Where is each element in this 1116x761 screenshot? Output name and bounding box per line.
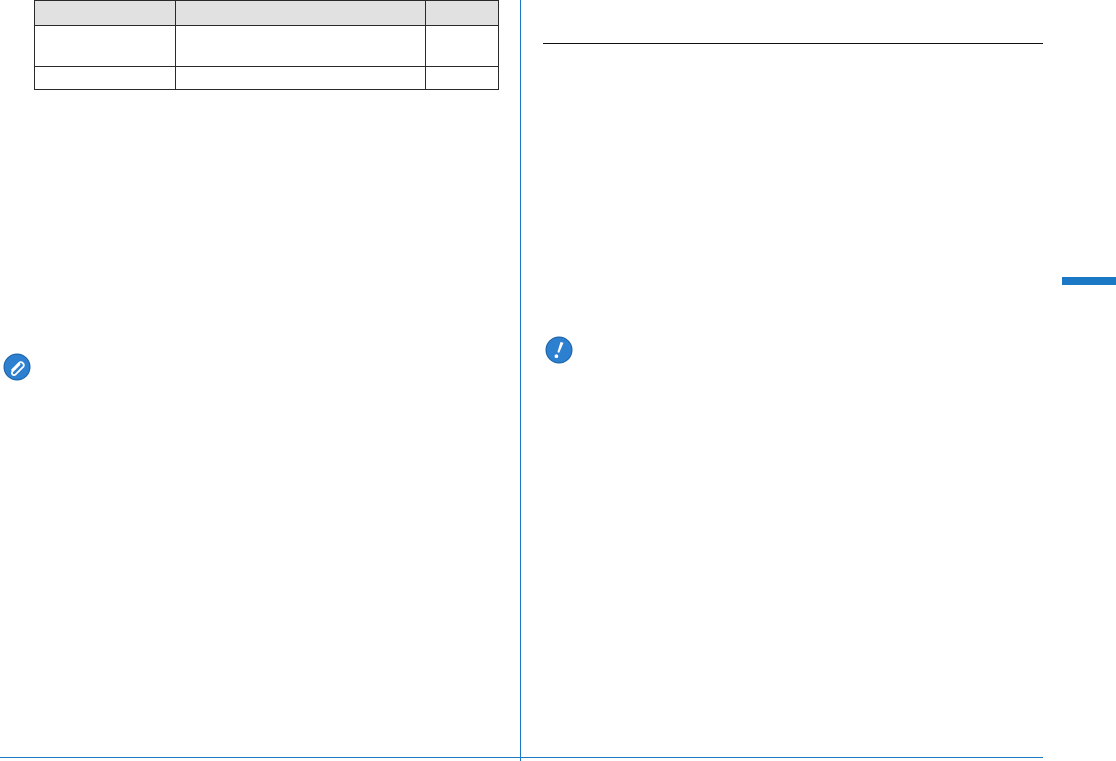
- table-cell: [424, 66, 500, 90]
- table-header-cell: [33, 0, 177, 26]
- table-header-cell: [175, 0, 426, 26]
- table-header-row: [33, 0, 500, 26]
- paperclip-memo-icon: [3, 353, 31, 381]
- table-cell: [424, 25, 500, 67]
- spec-table: [33, 0, 500, 90]
- page-bottom-rule: [0, 757, 1043, 758]
- table-cell: [33, 25, 177, 67]
- section-heading-rule: [543, 43, 1043, 44]
- chapter-index-tab: [1062, 277, 1116, 285]
- table-row: [33, 66, 500, 90]
- table-header-cell: [424, 0, 500, 26]
- exclamation-caution-icon: [545, 336, 573, 364]
- table-cell: [175, 66, 426, 90]
- page-gutter-divider: [520, 0, 521, 761]
- table-cell: [33, 66, 177, 90]
- table-row: [33, 25, 500, 67]
- table-cell: [175, 25, 426, 67]
